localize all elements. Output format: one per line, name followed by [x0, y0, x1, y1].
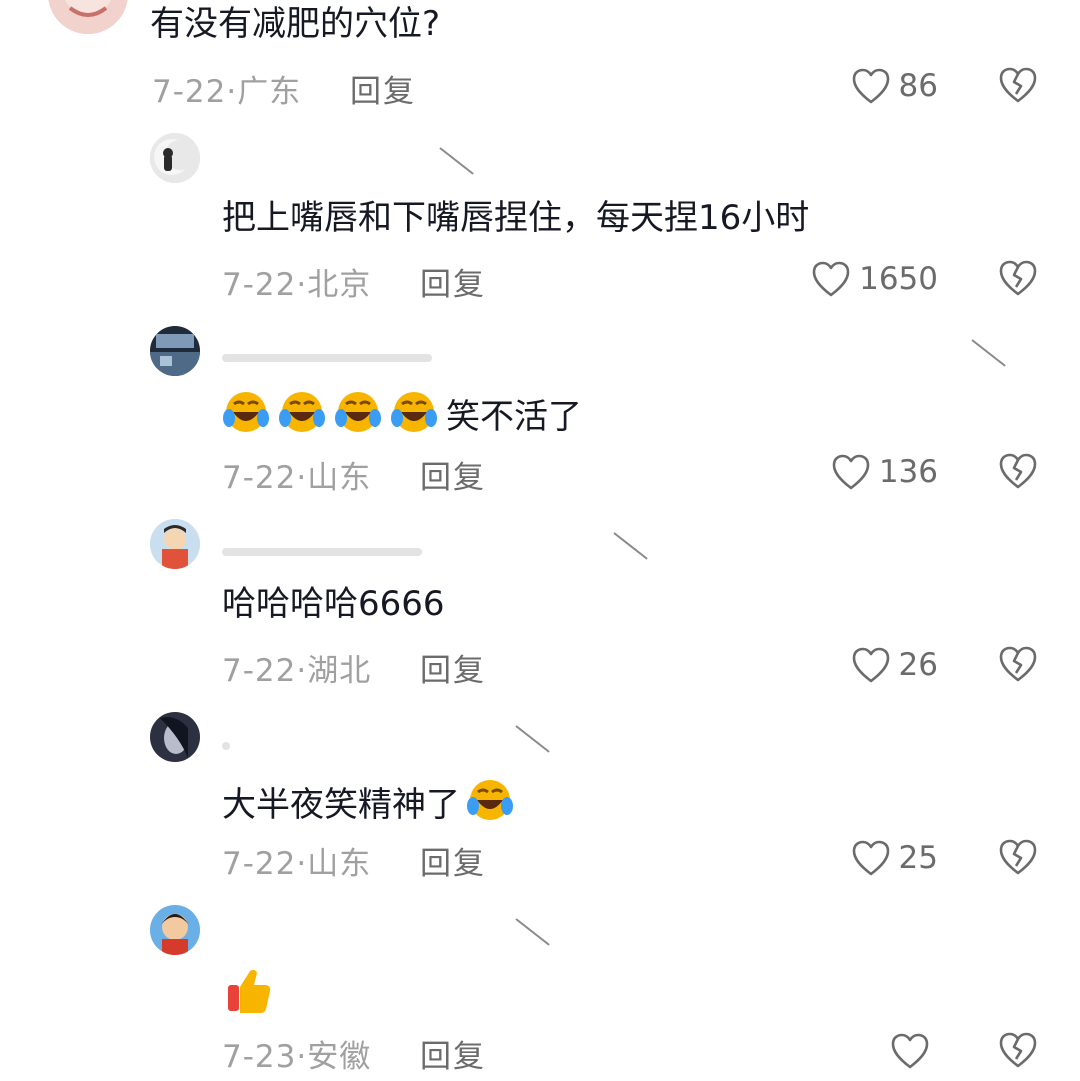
comment-text: 有没有减肥的穴位? [150, 4, 441, 44]
username [222, 540, 432, 560]
reply-button[interactable]: 回复 [420, 259, 486, 304]
heart-outline-icon [812, 261, 850, 297]
broken-heart-icon[interactable] [998, 452, 1038, 490]
heart-outline-icon [852, 68, 889, 104]
comment-location: 北京 [307, 267, 372, 303]
comment-text: 把上嘴唇和下嘴唇捏住，每天捏16小时 [222, 198, 810, 238]
thumbs-up-emoji [228, 969, 271, 1013]
laughing-tears-emoji [391, 392, 437, 432]
comment-text: 笑不活了 [446, 397, 582, 437]
broken-heart-icon[interactable] [998, 66, 1038, 104]
reply-button[interactable]: 回复 [420, 645, 486, 690]
blurred-username [222, 742, 230, 750]
reply-button[interactable]: 回复 [420, 1031, 486, 1076]
comment-location: 山东 [307, 846, 372, 882]
laughing-tears-emoji [279, 392, 325, 432]
comment-text-line: 大半夜笑精神了 [222, 776, 522, 827]
comment-location: 山东 [307, 460, 372, 496]
broken-heart-icon[interactable] [998, 645, 1038, 683]
comment-date: 7-22· [152, 74, 238, 110]
comment-meta: 7-22·山东 [222, 452, 371, 497]
comment-text: 大半夜笑精神了 [222, 785, 460, 825]
reply-button[interactable]: 回复 [420, 838, 486, 883]
laughing-tears-emoji [223, 392, 269, 432]
reply-to-arrow [439, 147, 474, 175]
like-count: 26 [898, 647, 938, 683]
like-button[interactable]: 136 [831, 450, 938, 494]
comment-date: 7-22· [222, 267, 308, 303]
broken-heart-icon[interactable] [998, 259, 1038, 297]
broken-heart-icon[interactable] [998, 838, 1038, 876]
avatar[interactable] [150, 133, 200, 183]
blurred-username [222, 354, 432, 362]
reply-button[interactable]: 回复 [350, 66, 416, 111]
comment-meta: 7-22·湖北 [222, 645, 371, 690]
comment-meta: 7-22·山东 [222, 838, 371, 883]
comment-date: 7-22· [222, 846, 308, 882]
comment-location: 安徽 [307, 1039, 372, 1075]
heart-outline-icon [891, 1033, 929, 1069]
reply-button[interactable]: 回复 [420, 452, 486, 497]
comment-meta: 7-22·广东 [152, 66, 301, 111]
heart-outline-icon [852, 647, 889, 683]
comment-meta: 7-22·北京 [222, 259, 371, 304]
heart-outline-icon [832, 454, 870, 490]
broken-heart-icon[interactable] [998, 1031, 1038, 1069]
avatar[interactable] [48, 0, 128, 34]
comment-text: 哈哈哈哈6666 [222, 584, 445, 624]
comment-thread: 有没有减肥的穴位? 7-22·广东 回复 86 把上嘴唇和下嘴唇捏住，每天捏16… [0, 0, 1080, 1081]
like-button[interactable]: 86 [851, 64, 938, 108]
laughing-tears-emoji [335, 392, 381, 432]
like-button[interactable] [890, 1029, 938, 1073]
username [222, 734, 282, 754]
comment-date: 7-22· [222, 653, 308, 689]
comment-location: 湖北 [307, 653, 372, 689]
blurred-username [222, 548, 422, 556]
avatar[interactable] [150, 905, 200, 955]
reply-to-arrow [971, 339, 1006, 367]
like-button[interactable]: 26 [851, 643, 938, 687]
like-count: 25 [898, 840, 938, 876]
like-count: 1650 [859, 261, 938, 297]
comment-date: 7-22· [222, 460, 308, 496]
reply-to-arrow [515, 918, 550, 946]
avatar[interactable] [150, 326, 200, 376]
avatar[interactable] [150, 519, 200, 569]
comment-text-line: 笑不活了 [222, 388, 582, 439]
comment-meta: 7-23·安徽 [222, 1031, 371, 1076]
comment-date: 7-23· [222, 1039, 308, 1075]
like-count: 86 [898, 68, 938, 104]
like-count: 136 [878, 454, 938, 490]
like-button[interactable]: 1650 [811, 257, 938, 301]
laughing-tears-emoji [467, 780, 513, 820]
heart-outline-icon [852, 840, 889, 876]
comment-location: 广东 [237, 74, 302, 110]
reply-to-arrow [613, 532, 648, 560]
avatar[interactable] [150, 712, 200, 762]
like-button[interactable]: 25 [851, 836, 938, 880]
username [222, 346, 442, 366]
reply-to-arrow [515, 725, 550, 753]
